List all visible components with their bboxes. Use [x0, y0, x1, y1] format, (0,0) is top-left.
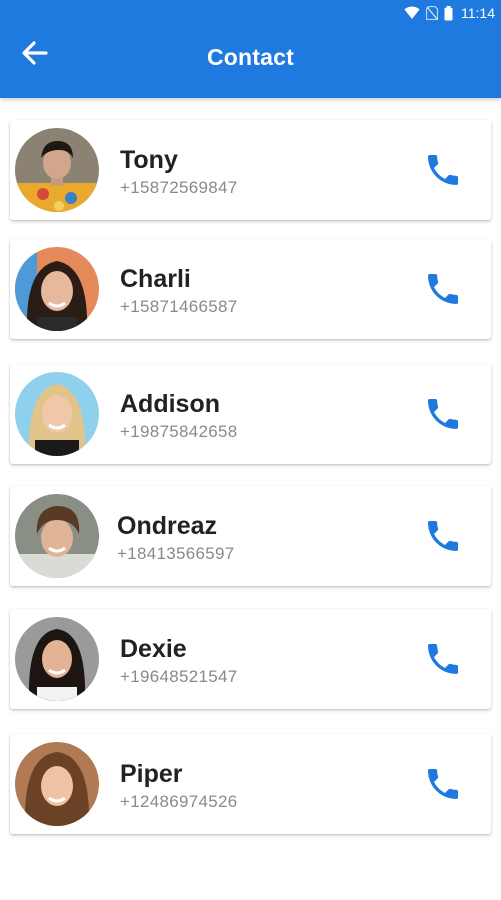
avatar [15, 128, 99, 212]
phone-icon [423, 394, 463, 439]
contact-name: Dexie [120, 635, 187, 663]
contact-phone: +15872569847 [120, 178, 238, 197]
contact-phone: +18413566597 [117, 544, 235, 563]
contact-name: Tony [120, 146, 178, 174]
contact-phone: +12486974526 [120, 792, 238, 811]
contact-phone: +19648521547 [120, 667, 238, 686]
page-title: Contact [206, 44, 294, 70]
contact-phone: +19875842658 [120, 422, 238, 441]
avatar [15, 742, 99, 826]
phone-icon [423, 764, 463, 809]
call-button[interactable] [421, 394, 465, 438]
call-button[interactable] [421, 269, 465, 313]
contact-card[interactable]: Addison +19875842658 [10, 364, 491, 464]
contact-card[interactable]: Dexie +19648521547 [10, 609, 491, 709]
contact-card[interactable]: Piper +12486974526 [10, 734, 491, 834]
wifi-icon [404, 6, 420, 20]
call-button[interactable] [421, 516, 465, 560]
contact-name: Addison [120, 390, 220, 418]
avatar [15, 372, 99, 456]
contact-name: Charli [120, 265, 191, 293]
phone-icon [423, 639, 463, 684]
contact-card[interactable]: Ondreaz +18413566597 [10, 486, 491, 586]
contact-phone: +15871466587 [120, 297, 238, 316]
app-bar: 11:14 Contact [0, 0, 501, 98]
avatar [15, 494, 99, 578]
call-button[interactable] [421, 764, 465, 808]
battery-icon [444, 5, 453, 21]
contact-name: Ondreaz [117, 512, 218, 540]
avatar [15, 617, 99, 701]
contact-name: Piper [120, 760, 183, 788]
status-bar: 11:14 [404, 2, 495, 24]
contact-card[interactable]: Tony +15872569847 [10, 120, 491, 220]
no-sim-icon [426, 6, 438, 20]
contact-card[interactable]: Charli +15871466587 [10, 239, 491, 339]
status-time: 11:14 [461, 5, 495, 21]
contact-screen: 11:14 Contact Tony +15872569847 Charli +… [0, 0, 501, 900]
phone-icon [423, 269, 463, 314]
avatar [15, 247, 99, 331]
phone-icon [423, 516, 463, 561]
call-button[interactable] [421, 639, 465, 683]
call-button[interactable] [421, 150, 465, 194]
phone-icon [423, 150, 463, 195]
